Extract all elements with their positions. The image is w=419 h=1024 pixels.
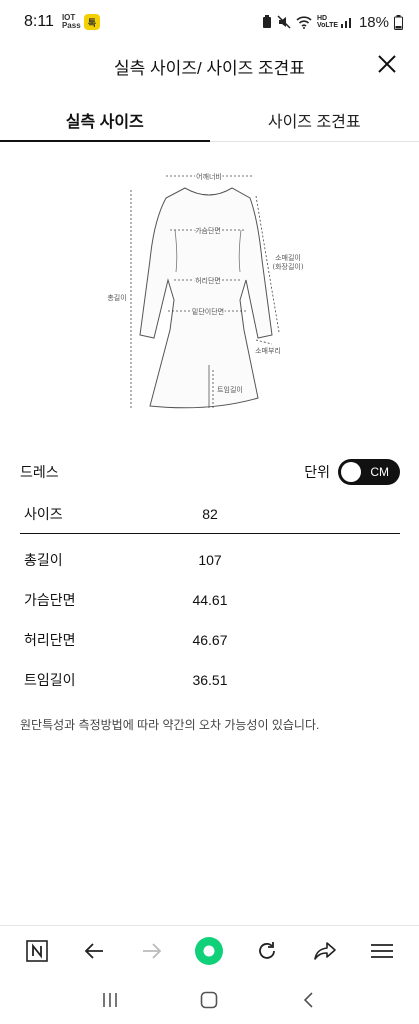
page-title: 실측 사이즈/ 사이즈 조견표 <box>114 59 305 78</box>
dress-measurement-diagram: 어깨너비 가슴단면 허리단면 밑단이단면 총길이 소매길이 (화장길이) 소매부… <box>0 160 419 420</box>
product-name: 드레스 <box>20 464 59 480</box>
home-button[interactable] <box>189 982 229 1018</box>
status-bar: 8:11 IOT Pass 톡 HD VoLTE 18% <box>0 0 419 44</box>
table-row: 허리단면 46.67 <box>20 620 400 660</box>
close-icon <box>378 55 396 73</box>
label-hem: 밑단이단면 <box>192 307 224 316</box>
tab-measured-size[interactable]: 실측 사이즈 <box>0 96 210 142</box>
label-chest: 가슴단면 <box>195 226 221 235</box>
row-value: 46.67 <box>192 632 228 648</box>
battery-percent: 18% <box>358 13 389 31</box>
share-button[interactable] <box>307 933 343 969</box>
row-value: 36.51 <box>192 672 228 688</box>
table-row: 가슴단면 44.61 <box>20 580 400 620</box>
measurement-note: 원단특성과 측정방법에 따라 약간의 오차 가능성이 있습니다. <box>20 718 320 732</box>
label-sleeve-length-note: (화장길이) <box>272 262 303 271</box>
back-icon <box>85 942 104 959</box>
home-dot-button[interactable] <box>191 933 227 969</box>
tab-size-chart[interactable]: 사이즈 조견표 <box>210 96 419 141</box>
home-dot-icon <box>195 936 224 965</box>
table-row: 총길이 107 <box>20 540 400 580</box>
kakao-talk-icon: 톡 <box>83 14 100 30</box>
system-nav-bar <box>0 976 419 1024</box>
menu-button[interactable] <box>364 933 400 969</box>
row-value: 107 <box>198 552 222 568</box>
refresh-button[interactable] <box>249 933 285 969</box>
browser-toolbar <box>0 925 419 975</box>
menu-icon <box>371 943 394 958</box>
battery-icon <box>394 14 403 30</box>
recents-button[interactable] <box>90 982 130 1018</box>
row-value: 44.61 <box>192 592 228 608</box>
label-sleeve-cuff: 소매부리 <box>255 346 281 355</box>
back-button[interactable] <box>76 933 112 969</box>
close-button[interactable] <box>375 52 399 76</box>
row-label: 총길이 <box>24 552 63 568</box>
dress-illustration: 어깨너비 가슴단면 허리단면 밑단이단면 총길이 소매길이 (화장길이) 소매부… <box>107 171 304 409</box>
battery-saver-icon <box>262 15 271 28</box>
label-waist: 허리단면 <box>195 276 221 285</box>
volte-badge: HD VoLTE <box>316 15 339 29</box>
tab-bar: 실측 사이즈 사이즈 조견표 <box>0 96 419 142</box>
label-sleeve-length: 소매길이 <box>275 253 301 262</box>
label-slit-length: 트임길이 <box>217 385 243 394</box>
share-icon <box>313 941 336 960</box>
label-shoulder: 어깨너비 <box>196 172 222 181</box>
header-size-value: 82 <box>202 505 218 522</box>
status-time: 8:11 <box>24 13 54 30</box>
label-total-length: 총길이 <box>107 293 126 302</box>
iot-pass-badge: IOT Pass <box>61 13 81 30</box>
unit-toggle[interactable]: CM <box>338 459 400 485</box>
header-label: 사이즈 <box>24 505 63 522</box>
table-header-row: 사이즈 82 <box>20 494 400 534</box>
wifi-icon <box>296 16 312 29</box>
forward-button[interactable] <box>134 933 170 969</box>
table-row: 트임길이 36.51 <box>20 660 400 700</box>
home-icon <box>201 991 218 1009</box>
naver-button[interactable] <box>19 933 55 969</box>
naver-icon <box>25 939 48 962</box>
row-label: 가슴단면 <box>24 592 76 608</box>
unit-label: 단위 <box>304 464 330 480</box>
row-label: 트임길이 <box>24 672 76 688</box>
product-row: 드레스 단위 CM <box>20 458 400 486</box>
unit-value: CM <box>370 465 389 479</box>
refresh-icon <box>259 941 275 959</box>
back-icon <box>304 992 313 1008</box>
toggle-knob <box>341 462 361 482</box>
forward-icon <box>142 942 162 959</box>
size-table: 사이즈 82 총길이 107 가슴단면 44.61 허리단면 46.67 트임길… <box>20 494 400 700</box>
modal-header: 실측 사이즈/ 사이즈 조견표 <box>0 44 419 90</box>
signal-icon <box>340 18 351 28</box>
recents-icon <box>103 993 117 1007</box>
system-back-button[interactable] <box>289 982 329 1018</box>
row-label: 허리단면 <box>24 632 76 648</box>
mute-icon <box>277 15 291 29</box>
